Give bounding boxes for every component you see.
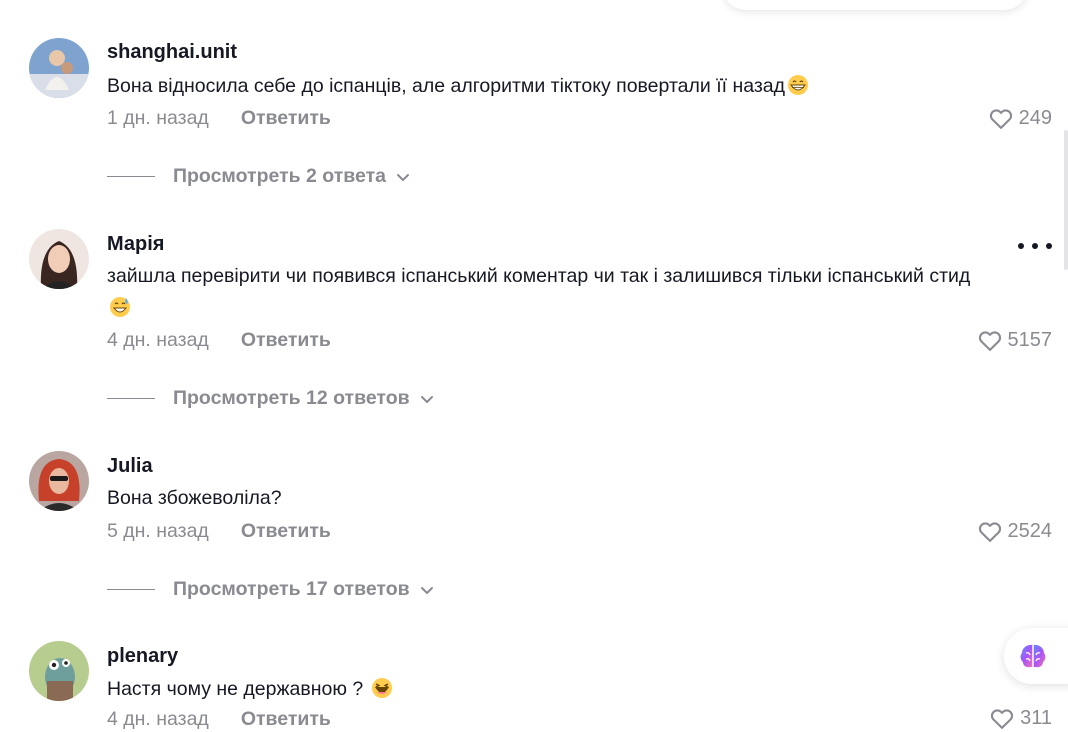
like-button[interactable]: 5157 bbox=[976, 326, 1053, 354]
like-button[interactable]: 2524 bbox=[976, 517, 1053, 545]
divider bbox=[107, 176, 155, 177]
sweat-smile-emoji bbox=[110, 297, 130, 317]
scrollbar[interactable] bbox=[1064, 130, 1068, 270]
view-replies-label: Просмотреть 2 ответа bbox=[173, 165, 386, 187]
chevron-down-icon bbox=[420, 586, 433, 594]
heart-icon bbox=[989, 109, 1012, 129]
divider bbox=[107, 398, 155, 399]
comment-text-body: Вона відносила себе до іспанців, але алг… bbox=[107, 75, 786, 97]
view-replies-label: Просмотреть 12 ответов bbox=[173, 387, 410, 409]
comment-time: 4 дн. назад bbox=[107, 708, 209, 730]
username[interactable]: plenary bbox=[107, 645, 178, 668]
comment-time: 5 дн. назад bbox=[107, 520, 209, 542]
username[interactable]: shanghai.unit bbox=[107, 41, 237, 64]
avatar[interactable] bbox=[29, 38, 89, 98]
view-replies-button[interactable]: Просмотреть 2 ответа bbox=[107, 165, 412, 188]
like-button[interactable]: 249 bbox=[987, 104, 1052, 132]
laughing-emoji bbox=[371, 678, 392, 698]
comment-meta: 4 дн. назад Ответить bbox=[107, 708, 331, 731]
reply-button[interactable]: Ответить bbox=[241, 520, 331, 542]
view-replies-button[interactable]: Просмотреть 12 ответов bbox=[107, 387, 436, 410]
comment-text: зайшла перевірити чи появився іспанський… bbox=[107, 260, 1052, 324]
top-card bbox=[722, 0, 1028, 10]
avatar[interactable] bbox=[29, 229, 89, 289]
ai-brain-icon bbox=[1020, 644, 1046, 668]
comment-text-body: Вона збожеволіла? bbox=[107, 487, 282, 509]
heart-icon bbox=[991, 709, 1014, 729]
comment-text: Вона відносила себе до іспанців, але алг… bbox=[107, 70, 1052, 102]
heart-icon bbox=[978, 331, 1001, 351]
avatar[interactable] bbox=[29, 641, 89, 701]
comment-meta: 5 дн. назад Ответить bbox=[107, 520, 331, 543]
comment-text: Настя чому не державною ? bbox=[107, 673, 1052, 705]
view-replies-button[interactable]: Просмотреть 17 ответов bbox=[107, 578, 436, 601]
comment-text: Вона збожеволіла? bbox=[107, 482, 1052, 514]
like-count: 5157 bbox=[1007, 328, 1053, 351]
like-count: 311 bbox=[1020, 706, 1052, 729]
comment-text-body: Настя чому не державною ? bbox=[107, 678, 364, 700]
heart-icon bbox=[978, 522, 1001, 542]
ai-assistant-button[interactable] bbox=[1004, 628, 1068, 684]
username[interactable]: Julia bbox=[107, 455, 153, 478]
like-count: 2524 bbox=[1007, 519, 1053, 542]
comment-meta: 4 дн. назад Ответить bbox=[107, 329, 331, 352]
view-replies-label: Просмотреть 17 ответов bbox=[173, 578, 410, 600]
like-count: 249 bbox=[1018, 106, 1052, 129]
more-options-button[interactable] bbox=[1018, 236, 1052, 256]
reply-button[interactable]: Ответить bbox=[241, 708, 331, 730]
comment-time: 1 дн. назад bbox=[107, 107, 209, 129]
comment-meta: 1 дн. назад Ответить bbox=[107, 107, 331, 130]
comment-text-body: зайшла перевірити чи появився іспанський… bbox=[107, 265, 971, 287]
reply-button[interactable]: Ответить bbox=[241, 107, 331, 129]
comment-time: 4 дн. назад bbox=[107, 329, 209, 351]
like-button[interactable]: 311 bbox=[988, 704, 1052, 732]
chevron-down-icon bbox=[396, 173, 409, 181]
chevron-down-icon bbox=[420, 395, 433, 403]
divider bbox=[107, 589, 155, 590]
reply-button[interactable]: Ответить bbox=[241, 329, 331, 351]
avatar[interactable] bbox=[29, 451, 89, 511]
username[interactable]: Марія bbox=[107, 233, 164, 256]
more-icon bbox=[1018, 243, 1024, 249]
grinning-face-emoji bbox=[788, 75, 809, 95]
